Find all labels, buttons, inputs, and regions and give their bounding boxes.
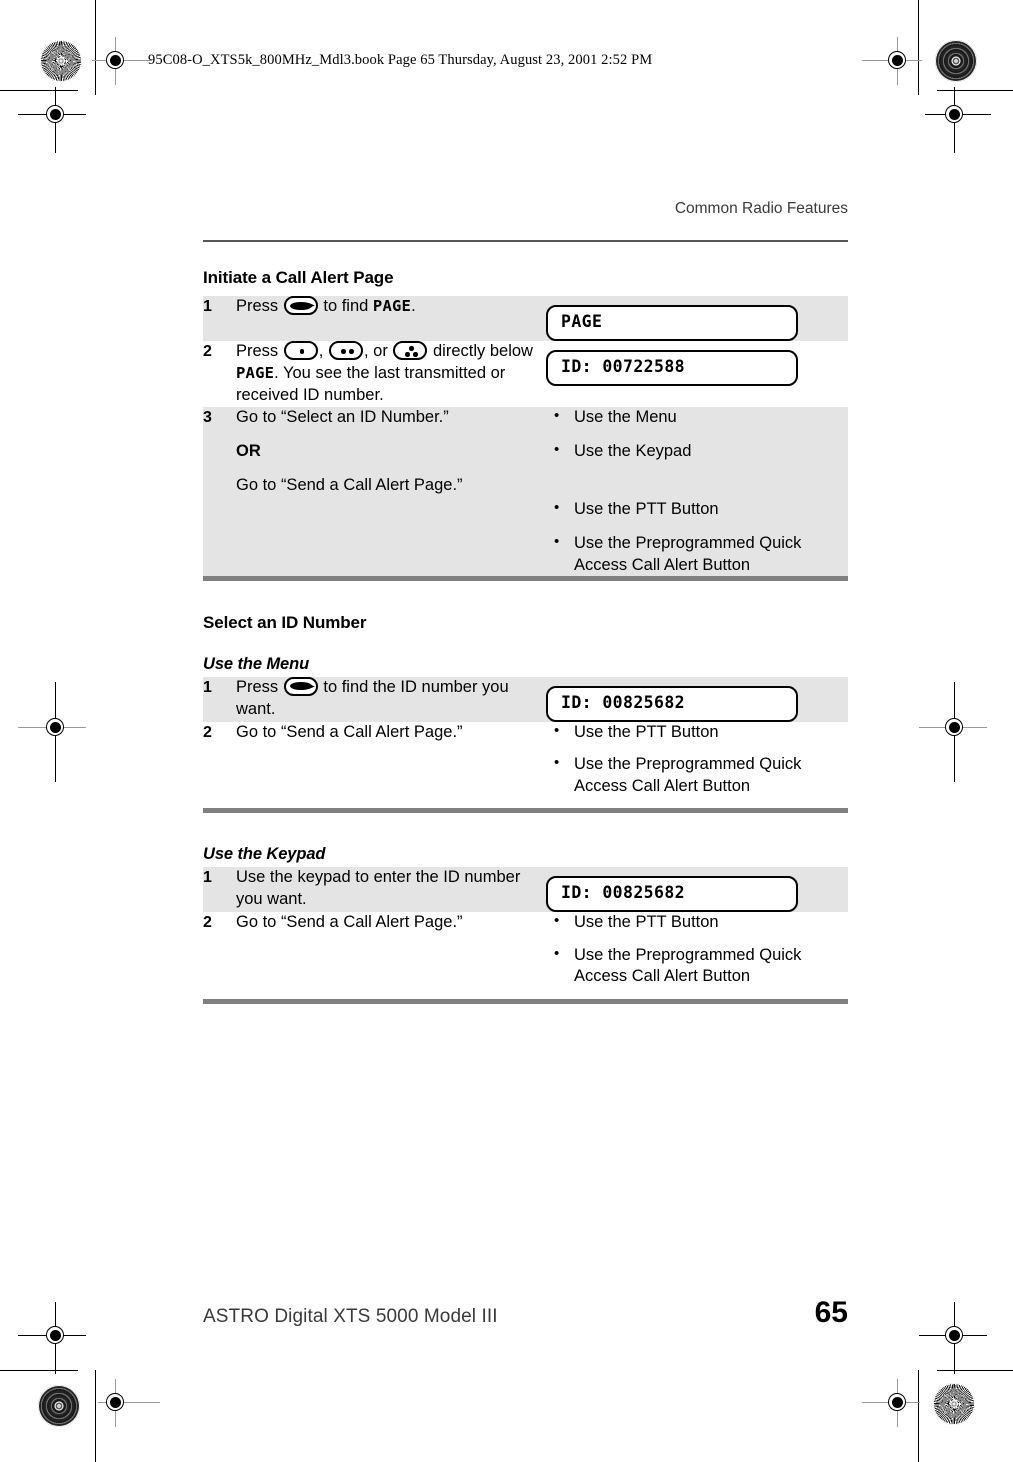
step-number: 1 bbox=[203, 296, 236, 341]
step-text-comma: , bbox=[318, 341, 324, 360]
list-item: Use the PTT Button bbox=[546, 498, 848, 520]
two-dot-button-icon bbox=[328, 340, 363, 360]
step-text-lead: Press bbox=[236, 341, 279, 360]
step-options-cell: Use the PTT Button Use the Preprogrammed… bbox=[546, 911, 848, 999]
header-rule bbox=[203, 240, 848, 243]
step-instruction: Press to find PAGE. bbox=[236, 296, 546, 341]
step-text-or: , or bbox=[363, 341, 388, 360]
step-text-rest: . You see the last transmitted or receiv… bbox=[236, 363, 506, 404]
footer-product-title: ASTRO Digital XTS 5000 Model III bbox=[203, 1306, 498, 1327]
step-instruction: Go to “Select an ID Number.” OR Go to “S… bbox=[236, 406, 546, 576]
step-number: 1 bbox=[203, 867, 236, 913]
table-bottom-rule bbox=[203, 998, 848, 1004]
oval-arrow-button-icon bbox=[283, 676, 318, 696]
step-instruction: Use the keypad to enter the ID number yo… bbox=[236, 867, 546, 913]
subsection-heading-use-the-keypad: Use the Keypad bbox=[203, 845, 326, 864]
step-text-below: directly below bbox=[433, 341, 533, 360]
table-row: 2 Go to “Send a Call Alert Page.” Use th… bbox=[203, 721, 848, 809]
table-row: 3 Go to “Select an ID Number.” OR Go to … bbox=[203, 406, 848, 576]
step-display-cell: ID: 00722588 bbox=[546, 340, 848, 407]
list-item: Use the PTT Button bbox=[546, 911, 848, 933]
step-options-cell: Use the Menu Use the Keypad Use the PTT … bbox=[546, 406, 848, 576]
page-body: Common Radio Features Initiate a Call Al… bbox=[0, 0, 1013, 1462]
procedure-table-use-the-menu: 1 Press to find the ID number you want. … bbox=[203, 676, 848, 809]
step-text-or-divider: OR bbox=[236, 441, 261, 460]
oval-arrow-button-icon bbox=[283, 296, 318, 315]
list-item: Use the Preprogrammed Quick Access Call … bbox=[546, 753, 848, 797]
step-text-lead: Press bbox=[236, 297, 279, 315]
running-head: Common Radio Features bbox=[674, 200, 848, 217]
step-text-lead: Press bbox=[236, 677, 279, 696]
radio-display-box: PAGE bbox=[546, 305, 798, 341]
step-text-period: . bbox=[411, 297, 416, 315]
step-display-cell: ID: 00825682 bbox=[546, 867, 848, 913]
step-instruction: Go to “Send a Call Alert Page.” bbox=[236, 721, 546, 809]
step-number: 2 bbox=[203, 721, 236, 809]
step-instruction: Go to “Send a Call Alert Page.” bbox=[236, 912, 546, 999]
table-row: 1 Press to find the ID number you want. … bbox=[203, 676, 848, 722]
procedure-table-use-the-keypad: 1 Use the keypad to enter the ID number … bbox=[203, 867, 848, 999]
step-text-tail: to find bbox=[323, 297, 369, 315]
table-row: 2 Go to “Send a Call Alert Page.” Use th… bbox=[203, 911, 848, 999]
list-item: Use the Keypad bbox=[546, 440, 848, 462]
option-list: Use the PTT Button Use the Preprogrammed… bbox=[546, 911, 848, 988]
step-instruction: Press to find the ID number you want. bbox=[236, 676, 546, 722]
step-number: 1 bbox=[203, 676, 236, 722]
step-display-cell: ID: 00825682 bbox=[546, 676, 848, 722]
step-text-goto-select: Go to “Select an ID Number.” bbox=[236, 407, 449, 426]
radio-display-box: ID: 00825682 bbox=[546, 685, 798, 722]
step-number: 2 bbox=[203, 912, 236, 999]
step-text-goto-send: Go to “Send a Call Alert Page.” bbox=[236, 475, 463, 494]
list-item: Use the Preprogrammed Quick Access Call … bbox=[546, 532, 848, 576]
procedure-table-initiate-call-alert-page: 1 Press to find PAGE. PAGE 2 Press , , o… bbox=[203, 296, 848, 576]
content-column: Initiate a Call Alert Page 1 Press to fi… bbox=[203, 268, 848, 1004]
footer-page-number: 65 bbox=[814, 1296, 848, 1329]
one-dot-button-icon bbox=[283, 340, 318, 360]
section-heading-select-an-id-number: Select an ID Number bbox=[203, 612, 367, 632]
list-item: Use the Preprogrammed Quick Access Call … bbox=[546, 944, 848, 988]
step-instruction: Press , , or directly below PAGE. You se… bbox=[236, 340, 546, 407]
radio-display-box: ID: 00722588 bbox=[546, 349, 798, 386]
step-number: 3 bbox=[203, 406, 236, 576]
table-row: 1 Use the keypad to enter the ID number … bbox=[203, 867, 848, 913]
step-options-cell: Use the PTT Button Use the Preprogrammed… bbox=[546, 721, 848, 809]
option-list: Use the PTT Button Use the Preprogrammed… bbox=[546, 721, 848, 797]
step-number: 2 bbox=[203, 340, 236, 407]
display-word-page: PAGE bbox=[236, 363, 275, 382]
table-row: 2 Press , , or directly below PAGE. You … bbox=[203, 340, 848, 407]
display-word-page: PAGE bbox=[372, 297, 412, 315]
option-list: Use the Menu Use the Keypad Use the PTT … bbox=[546, 406, 848, 576]
section-heading-initiate-call-alert-page: Initiate a Call Alert Page bbox=[203, 268, 394, 287]
list-item: Use the Menu bbox=[546, 406, 848, 428]
table-row: 1 Press to find PAGE. PAGE bbox=[203, 296, 848, 341]
radio-display-box: ID: 00825682 bbox=[546, 876, 798, 913]
step-display-cell: PAGE bbox=[546, 296, 848, 341]
three-dot-button-icon bbox=[393, 340, 428, 360]
subsection-heading-use-the-menu: Use the Menu bbox=[203, 654, 310, 673]
list-item: Use the PTT Button bbox=[546, 721, 848, 743]
